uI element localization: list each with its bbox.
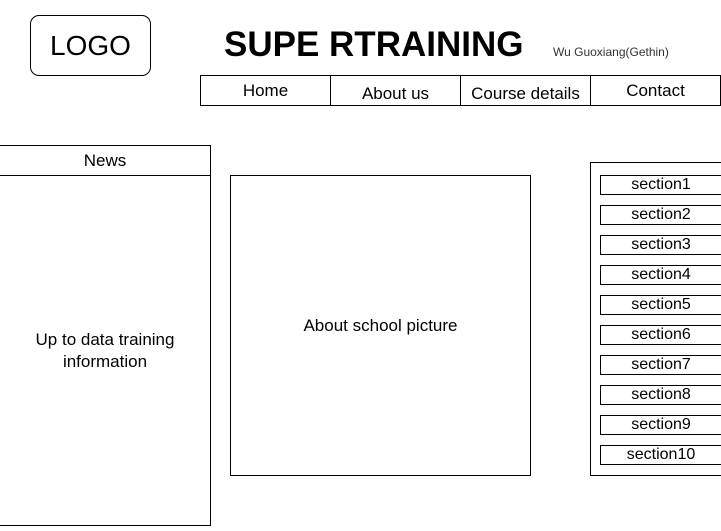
section-item[interactable]: section1: [600, 175, 721, 195]
section-item-label: section6: [631, 326, 691, 343]
nav-item-home-label: Home: [242, 81, 289, 100]
nav-item-about-us-label: About us: [361, 84, 430, 103]
section-item[interactable]: section3: [600, 235, 721, 255]
section-item-label: section8: [631, 386, 691, 403]
section-item-label: section9: [631, 416, 691, 433]
news-body: Up to data training information: [0, 175, 211, 526]
nav-item-course-details-label: Course details: [471, 84, 580, 103]
nav-item-contact-label: Contact: [626, 81, 685, 100]
nav-item-contact[interactable]: Contact: [590, 75, 721, 106]
logo-box[interactable]: LOGO: [30, 15, 151, 76]
section-item[interactable]: section6: [600, 325, 721, 345]
section-item[interactable]: section5: [600, 295, 721, 315]
section-item[interactable]: section9: [600, 415, 721, 435]
section-item[interactable]: section2: [600, 205, 721, 225]
section-item-label: section2: [631, 206, 691, 223]
section-item-label: section4: [631, 266, 691, 283]
section-item-label: section5: [631, 296, 691, 313]
news-header: News: [0, 145, 211, 176]
nav-item-course-details[interactable]: Course details: [460, 75, 591, 106]
section-item-label: section3: [631, 236, 691, 253]
section-item[interactable]: section10: [600, 445, 721, 465]
section-item[interactable]: section8: [600, 385, 721, 405]
author-name: Wu Guoxiang(Gethin): [553, 45, 669, 59]
section-item-label: section7: [631, 356, 691, 373]
section-item-label: section1: [631, 176, 691, 193]
section-item-label: section10: [626, 446, 696, 463]
section-item[interactable]: section4: [600, 265, 721, 285]
site-title: SUPE RTRAINING: [224, 25, 524, 64]
school-picture-placeholder: About school picture: [230, 175, 531, 476]
section-item[interactable]: section7: [600, 355, 721, 375]
nav-item-about-us[interactable]: About us: [330, 75, 461, 106]
nav-item-home[interactable]: Home: [200, 75, 331, 106]
